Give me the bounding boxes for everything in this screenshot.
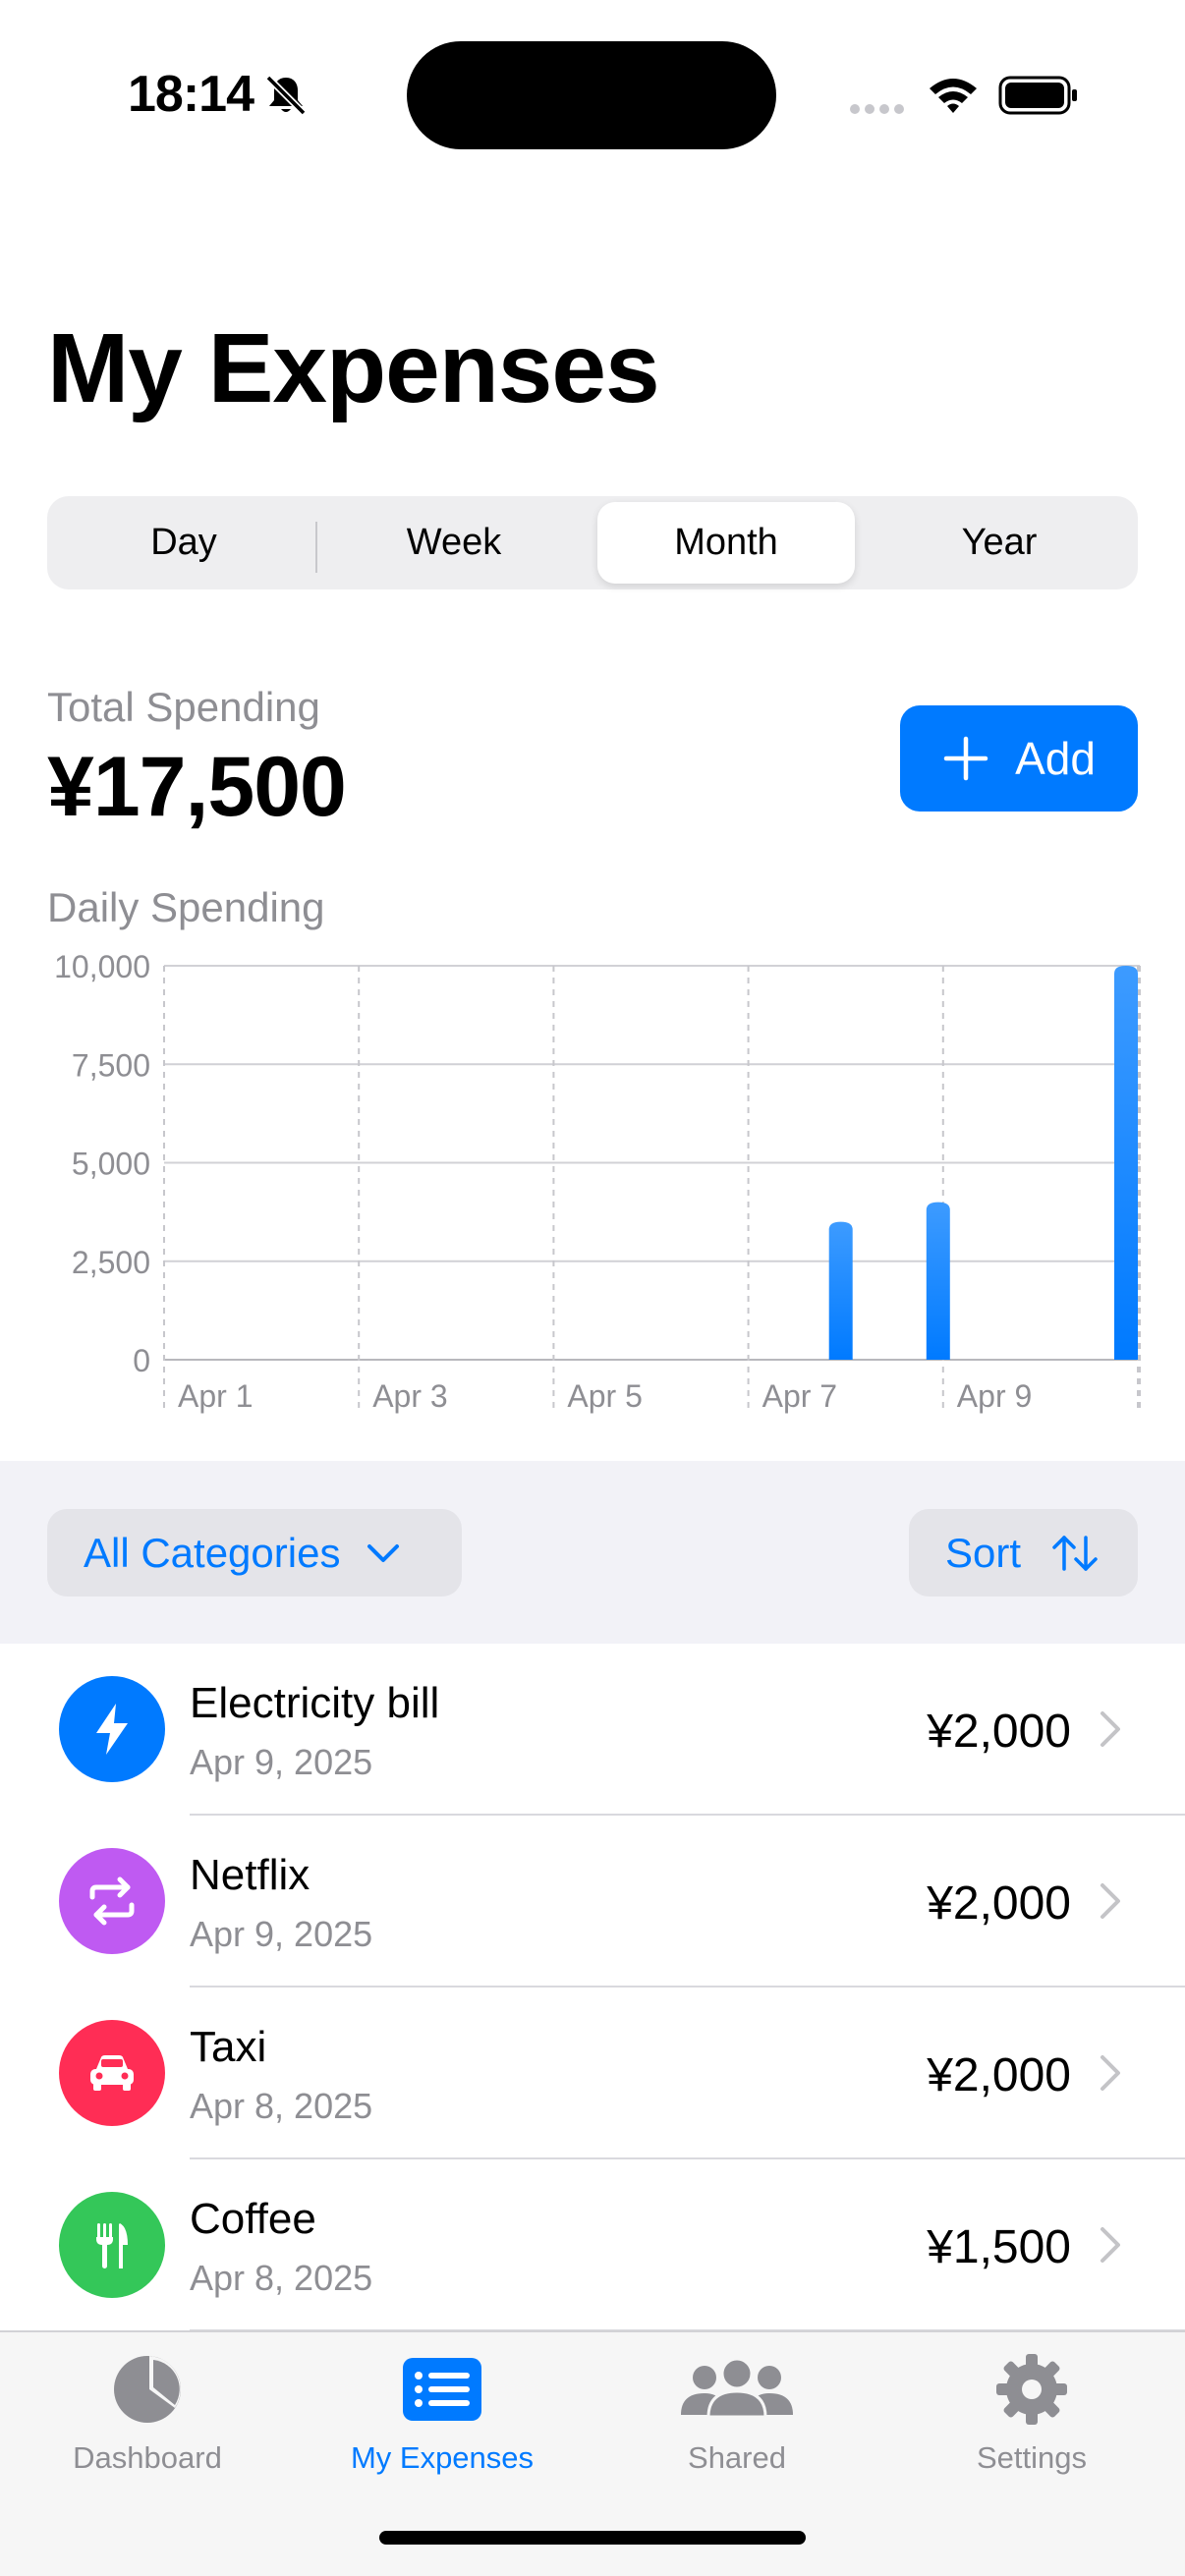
segment-year[interactable]: Year — [869, 502, 1130, 584]
tab-label: My Expenses — [350, 2440, 535, 2475]
expense-amount: ¥2,000 — [927, 2049, 1071, 2101]
bell-slash-icon — [265, 75, 307, 116]
x-tick-label: Apr 1 — [178, 1378, 253, 1414]
chevron-down-icon — [367, 1543, 400, 1562]
gear-icon — [996, 2354, 1067, 2425]
tab-dashboard[interactable]: Dashboard — [0, 2352, 295, 2480]
expense-icon-bg — [59, 1676, 165, 1782]
chevron-right-icon — [1100, 2227, 1120, 2263]
status-time: 18:14 — [128, 66, 254, 123]
y-tick-label: 7,500 — [72, 1047, 150, 1083]
fork-knife-icon — [96, 2223, 128, 2268]
expense-icon-bg — [59, 1848, 165, 1954]
cellular-signal-icon — [850, 104, 904, 114]
home-indicator — [379, 2531, 806, 2545]
expense-date: Apr 8, 2025 — [190, 2258, 373, 2298]
list-icon — [403, 2358, 481, 2421]
expense-row-coffee[interactable]: Coffee Apr 8, 2025 ¥1,500 — [0, 2159, 1185, 2331]
sort-arrows-icon — [1052, 1535, 1098, 1571]
expense-title: Coffee — [190, 2195, 316, 2243]
expense-list: Electricity bill Apr 9, 2025 ¥2,000 Netf… — [0, 1644, 1185, 2331]
add-expense-button[interactable]: Add — [900, 705, 1138, 812]
expense-title: Netflix — [190, 1851, 310, 1899]
expense-amount: ¥1,500 — [927, 2221, 1071, 2273]
expense-icon-bg — [59, 2192, 165, 2298]
x-tick-label: Apr 9 — [957, 1378, 1032, 1414]
segment-day[interactable]: Day — [53, 502, 314, 584]
expense-amount: ¥2,000 — [927, 1877, 1071, 1930]
expense-title: Taxi — [190, 2023, 267, 2071]
tab-my-expenses[interactable]: My Expenses — [295, 2352, 590, 2480]
tab-label: Dashboard — [73, 2440, 222, 2475]
y-tick-label: 0 — [133, 1343, 150, 1378]
x-tick-label: Apr 3 — [372, 1378, 447, 1414]
category-filter-button[interactable]: All Categories — [47, 1509, 462, 1596]
filter-bar: All Categories Sort — [0, 1461, 1185, 1644]
tab-label: Shared — [688, 2440, 786, 2475]
segment-week[interactable]: Week — [323, 502, 585, 584]
add-button-label: Add — [1015, 733, 1096, 784]
expense-title: Electricity bill — [190, 1679, 440, 1727]
chevron-right-icon — [1100, 1883, 1120, 1919]
pie-chart-icon — [114, 2356, 181, 2423]
expense-date: Apr 9, 2025 — [190, 1914, 373, 1954]
expense-row-netflix[interactable]: Netflix Apr 9, 2025 ¥2,000 — [0, 1816, 1185, 1988]
segment-divider — [315, 522, 317, 573]
status-bar: 18:14 — [0, 0, 1185, 187]
chart-title: Daily Spending — [47, 884, 325, 930]
daily-spending-chart: 0 2,500 5,000 7,500 10,000 Apr 1 Apr 3 Apr 5 Apr… — [54, 949, 1141, 1414]
sort-button[interactable]: Sort — [909, 1509, 1138, 1596]
period-segmented-control: Day Week Month Year — [47, 496, 1138, 589]
battery-icon — [998, 76, 1077, 115]
chart-bar — [926, 1202, 950, 1360]
bolt-icon — [96, 1704, 128, 1755]
repeat-icon — [89, 1876, 135, 1926]
tab-shared[interactable]: Shared — [590, 2352, 884, 2480]
wifi-icon — [930, 79, 977, 113]
y-tick-label: 2,500 — [72, 1245, 150, 1280]
y-tick-label: 5,000 — [72, 1147, 150, 1182]
sort-label: Sort — [945, 1529, 1022, 1576]
total-spending-label: Total Spending — [47, 684, 320, 730]
expense-icon-bg — [59, 2020, 165, 2126]
chevron-right-icon — [1100, 1711, 1120, 1747]
total-spending-value: ¥17,500 — [47, 740, 347, 834]
car-icon — [90, 2055, 134, 2091]
people-icon — [681, 2357, 793, 2419]
category-filter-label: All Categories — [84, 1529, 341, 1576]
x-tick-label: Apr 7 — [762, 1378, 837, 1414]
segment-month[interactable]: Month — [597, 502, 855, 584]
expense-date: Apr 9, 2025 — [190, 1742, 373, 1782]
tab-label: Settings — [976, 2440, 1087, 2475]
dynamic-island — [407, 41, 776, 149]
plus-icon — [943, 736, 988, 781]
y-tick-label: 10,000 — [54, 949, 150, 984]
chart-bar — [1114, 966, 1138, 1360]
expense-row-taxi[interactable]: Taxi Apr 8, 2025 ¥2,000 — [0, 1988, 1185, 2159]
chart-bar — [828, 1221, 853, 1360]
chevron-right-icon — [1100, 2055, 1120, 2091]
x-tick-label: Apr 5 — [567, 1378, 642, 1414]
page-title: My Expenses — [47, 313, 660, 423]
expense-date: Apr 8, 2025 — [190, 2086, 373, 2126]
tab-settings[interactable]: Settings — [884, 2352, 1179, 2480]
expense-row-electricity[interactable]: Electricity bill Apr 9, 2025 ¥2,000 — [0, 1644, 1185, 1816]
expense-amount: ¥2,000 — [927, 1706, 1071, 1758]
